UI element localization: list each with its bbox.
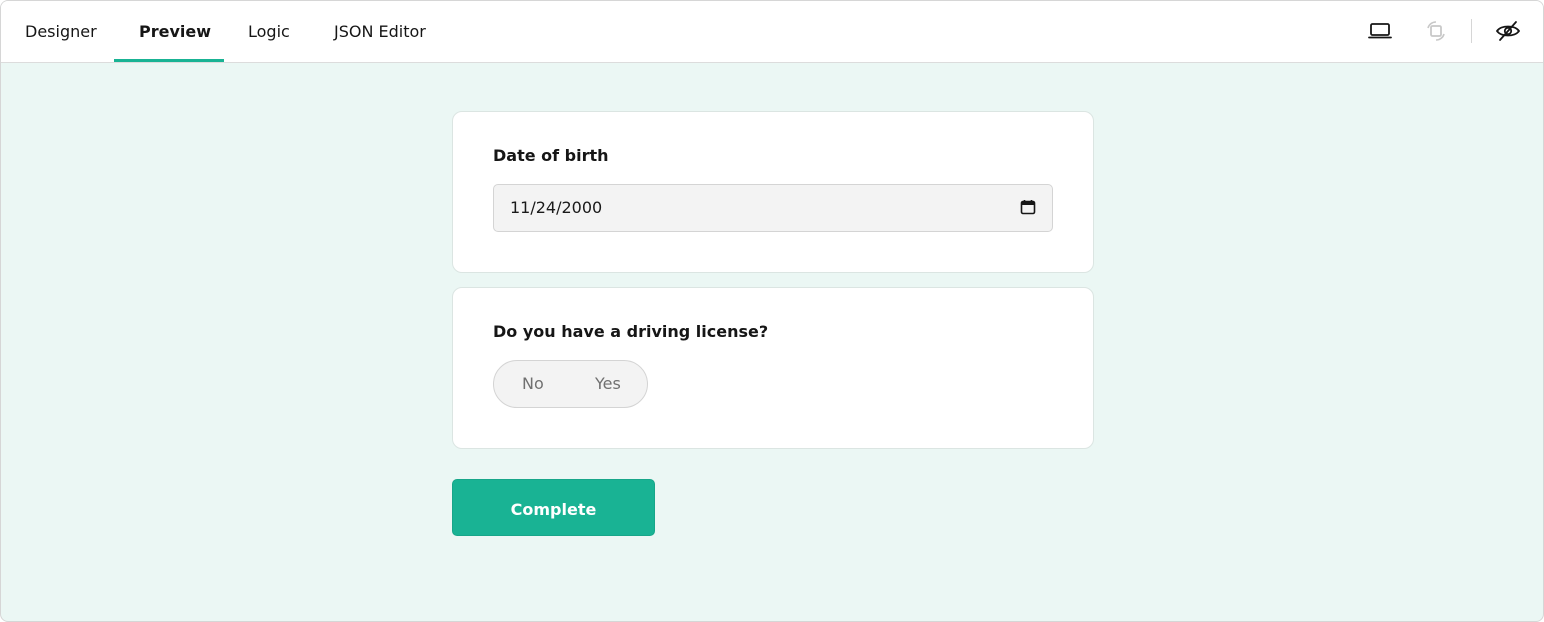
survey-creator-window: Designer Preview Logic JSON Editor Date … [0,0,1544,622]
tab-json-editor[interactable]: JSON Editor [334,1,426,62]
active-tab-indicator [114,59,224,62]
laptop-icon[interactable] [1367,18,1393,44]
rotate-device-icon[interactable] [1423,18,1449,44]
tab-logic[interactable]: Logic [248,1,290,62]
complete-button[interactable]: Complete [452,479,655,536]
tab-designer[interactable]: Designer [25,1,97,62]
question-card-date-of-birth: Date of birth 11/24/2000 [452,111,1094,273]
date-of-birth-input[interactable]: 11/24/2000 [493,184,1053,232]
question-card-driving-license: Do you have a driving license? No Yes [452,287,1094,449]
date-value: 11/24/2000 [510,198,603,217]
boolean-toggle[interactable]: No Yes [493,360,648,408]
toggle-option-no[interactable]: No [522,361,544,407]
question-title: Do you have a driving license? [493,322,769,341]
eye-off-icon[interactable] [1495,18,1521,44]
calendar-icon[interactable] [1020,199,1036,215]
toggle-option-yes[interactable]: Yes [595,361,621,407]
question-title: Date of birth [493,146,609,165]
toolbar-divider [1471,19,1472,43]
tab-preview[interactable]: Preview [139,1,211,62]
top-toolbar: Designer Preview Logic JSON Editor [1,1,1543,63]
